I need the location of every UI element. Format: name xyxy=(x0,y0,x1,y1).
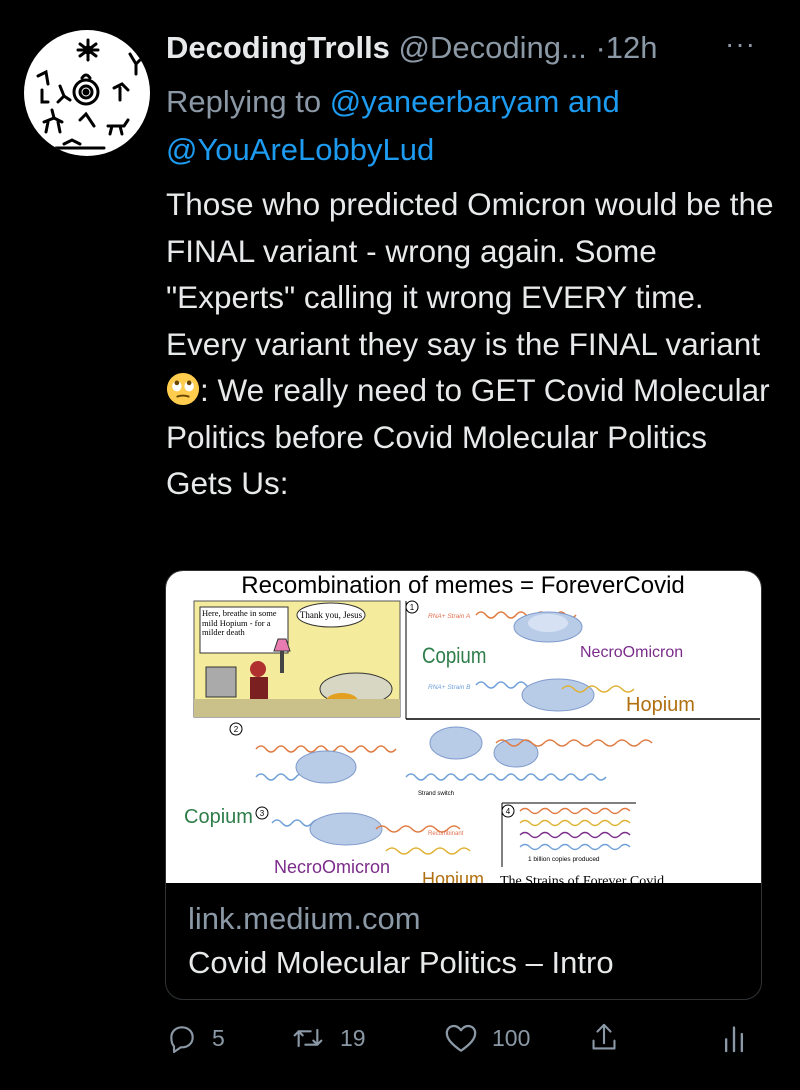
strains-caption: The Strains of Forever Covid xyxy=(500,874,664,883)
like-button[interactable]: 100 xyxy=(444,1018,530,1058)
diagram-title: Recombination of memes = ForeverCovid xyxy=(241,572,685,599)
step-2-label: 2 xyxy=(234,725,239,734)
tweet[interactable]: DecodingTrolls @Decoding... ·12h ··· Rep… xyxy=(0,0,800,1090)
rna-strain-b-label: RNA+ Strain B xyxy=(428,684,471,691)
link-card-domain[interactable]: link.medium.com xyxy=(188,901,421,937)
share-button[interactable] xyxy=(588,1018,620,1058)
reply-count: 5 xyxy=(212,1024,225,1051)
link-card-title[interactable]: Covid Molecular Politics – Intro xyxy=(188,945,614,981)
analytics-icon xyxy=(724,1026,744,1053)
rna-strain-a-label: RNA+ Strain A xyxy=(428,613,470,620)
more-options-icon[interactable]: ··· xyxy=(725,28,756,60)
copium-bottom-label: Copium xyxy=(184,806,253,828)
necro-omicron-bottom-label: NecroOmicron xyxy=(274,857,390,877)
action-bar: 5 19 100 xyxy=(0,1010,800,1065)
recombinant-label: Recombinant xyxy=(428,831,464,837)
link-card-image: Recombination of memes = ForeverCovid He… xyxy=(166,571,761,883)
copies-produced-label: 1 billion copies produced xyxy=(528,856,600,863)
avatar[interactable] xyxy=(24,30,150,156)
timestamp[interactable]: 12h xyxy=(606,30,658,65)
step-3-label: 3 xyxy=(260,809,265,818)
comic-left-text: Here, breathe in some mild Hopium - for … xyxy=(202,609,277,637)
mention-yaneerbaryam[interactable]: @yaneerbaryam xyxy=(330,84,560,119)
retweet-icon xyxy=(293,1028,323,1048)
retweet-count: 19 xyxy=(340,1024,366,1051)
share-icon xyxy=(592,1023,616,1050)
author-handle[interactable]: @Decoding... xyxy=(399,30,587,65)
copium-top-label: Copium xyxy=(422,645,486,669)
hopium-bottom-label: Hopium xyxy=(422,869,484,883)
retweet-button[interactable]: 19 xyxy=(290,1018,366,1058)
reply-button[interactable]: 5 xyxy=(166,1018,225,1058)
petroglyph-avatar-icon xyxy=(36,38,144,150)
strand-switch-label: Strand switch xyxy=(418,791,454,797)
comic-right-text: Thank you, Jesus xyxy=(300,610,363,620)
replying-prefix: Replying to xyxy=(166,84,330,119)
comic-panel: Here, breathe in some mild Hopium - for … xyxy=(193,600,401,718)
separator-dot: · xyxy=(595,30,606,65)
reply-icon xyxy=(170,1026,194,1054)
tweet-text: Those who predicted Omicron would be the… xyxy=(166,181,776,507)
hopium-top-label: Hopium xyxy=(626,694,695,716)
analytics-button[interactable] xyxy=(720,1018,748,1058)
replying-to: Replying to @yaneerbaryam and @YouAreLob… xyxy=(166,78,766,174)
face-with-rolling-eyes-icon xyxy=(166,372,200,406)
heart-icon xyxy=(445,1024,477,1052)
step-1-label: 1 xyxy=(410,603,415,612)
step-4-label: 4 xyxy=(506,807,511,816)
necro-omicron-top-label: NecroOmicron xyxy=(580,644,683,661)
tweet-header: DecodingTrolls @Decoding... ·12h xyxy=(166,28,776,68)
mention-and: and xyxy=(559,84,620,119)
author-name[interactable]: DecodingTrolls xyxy=(166,30,390,65)
tweet-text-part1: Those who predicted Omicron would be the… xyxy=(166,186,783,362)
link-card[interactable]: Recombination of memes = ForeverCovid He… xyxy=(165,570,762,1000)
recombination-diagram: Recombination of memes = ForeverCovid He… xyxy=(184,572,760,883)
mention-youarelobbylud[interactable]: @YouAreLobbyLud xyxy=(166,132,434,167)
like-count: 100 xyxy=(492,1024,531,1051)
tweet-text-part2: : We really need to GET Covid Molecular … xyxy=(166,372,779,501)
